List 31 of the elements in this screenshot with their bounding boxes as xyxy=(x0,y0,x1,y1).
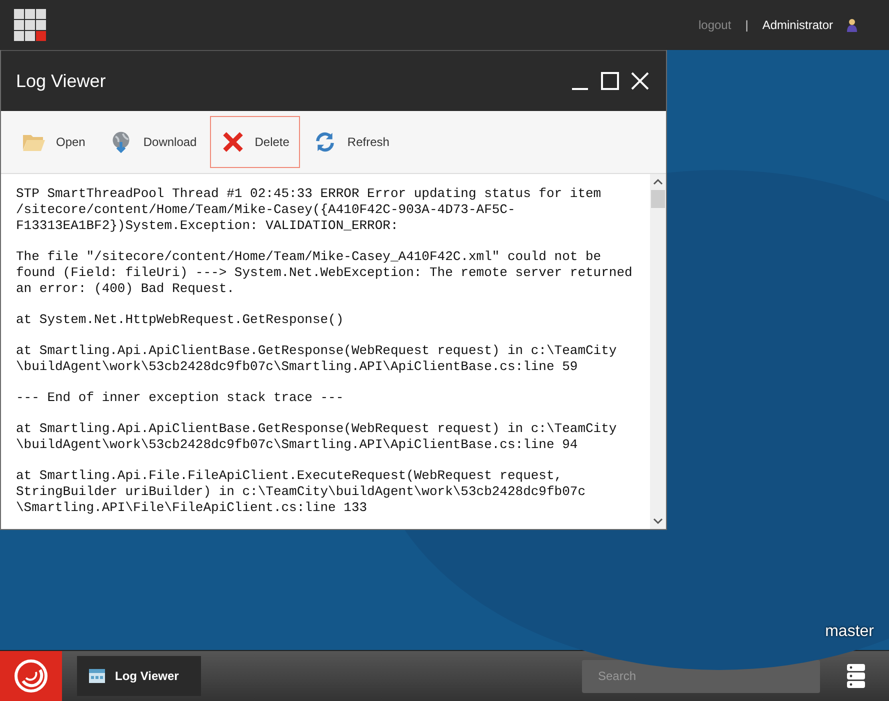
log-entry: at System.Net.HttpWebRequest.GetResponse() xyxy=(16,312,345,328)
toolbar-button[interactable]: Delete xyxy=(210,116,300,168)
start-button[interactable] xyxy=(0,651,62,701)
log-entry: at Smartling.Api.ApiClientBase.GetResponse(WebRequest request) in c:\TeamCity \buildAgent\work\53cb2428dc9fb07c\Smartling.API\ApiClientBase.cs:line 94 xyxy=(16,421,618,453)
search-field[interactable]: Search xyxy=(582,660,820,692)
user-name: Administrator xyxy=(762,18,833,32)
log-entry: --- End of inner exception stack trace --- xyxy=(16,390,345,406)
close-icon xyxy=(220,131,245,153)
log-entry: The file "/sitecore/content/Home/Team/Mike-Casey_A410F42C.xml" could not be found (Field: fileUri) ---> System.Net.WebException: The remote server returned an error: (400) Bad Request. xyxy=(16,249,634,297)
toolbar-button[interactable]: Open xyxy=(11,116,96,168)
app-grid-icon[interactable] xyxy=(14,8,47,42)
user-icon xyxy=(847,18,857,32)
scroll-up-icon[interactable] xyxy=(653,177,663,187)
window-icon xyxy=(89,669,105,683)
window-title: Log Viewer xyxy=(16,70,107,92)
database-icon[interactable] xyxy=(847,664,865,688)
log-entry: at Smartling.Api.File.FileApiClient.ExecuteRequest(WebRequest request, StringBuilder uriBuilder) in c:\TeamCity\buildAgent\work\53cb2428dc9fb07c \Smartling.API\File\FileApiClient.cs:line 133 xyxy=(16,468,586,516)
toolbar-button[interactable]: Refresh xyxy=(302,116,400,168)
scrollbar[interactable] xyxy=(650,174,666,529)
maximize-icon[interactable] xyxy=(599,70,621,92)
log-entry: at Smartling.Api.ApiClientBase.GetResponse(WebRequest request) in c:\TeamCity \buildAgent\work\53cb2428dc9fb07c\Smartling.API\ApiClientBase.cs:line 59 xyxy=(16,343,618,375)
database-name: master xyxy=(825,623,874,641)
log-entry: STP SmartThreadPool Thread #1 02:45:33 ERROR Error updating status for item /sitecore/content/Home/Team/Mike-Casey({A410F42C-903A-4D73-AF5C-F13313EA1BF2})System.Exception: VALIDATION_ERROR: xyxy=(16,186,602,234)
toolbar-button[interactable]: Download xyxy=(98,116,208,168)
close-icon[interactable] xyxy=(629,70,651,92)
logo-icon xyxy=(14,659,48,693)
scroll-down-icon[interactable] xyxy=(653,516,663,526)
separator: | xyxy=(745,18,748,32)
scroll-thumb[interactable] xyxy=(651,190,665,208)
logout-link[interactable]: logout xyxy=(698,18,732,32)
taskbar-item[interactable]: Log Viewer xyxy=(77,656,201,696)
